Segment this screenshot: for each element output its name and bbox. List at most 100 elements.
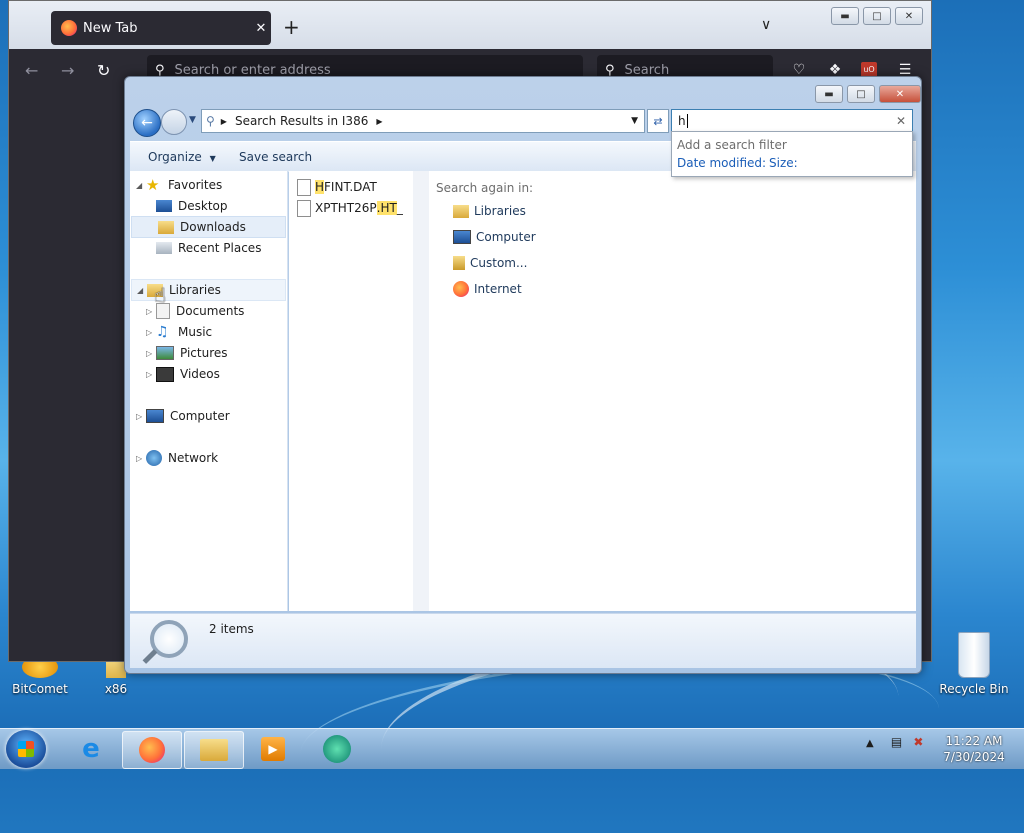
music-icon: ♫ [156, 324, 169, 340]
folder-icon [200, 739, 228, 761]
reload-icon[interactable]: ↻ [97, 61, 110, 80]
list-item[interactable]: H FINT.DAT [297, 177, 377, 197]
taskbar-app[interactable] [308, 731, 366, 767]
filter-size[interactable]: Size: [769, 156, 798, 170]
search-again-libraries[interactable]: Libraries [453, 201, 526, 221]
network-tray-icon[interactable]: ▤ [891, 735, 902, 749]
taskbar: e ▶ ▲ ▤ ✖ 11:22 AM 7/30/2024 [0, 728, 1024, 769]
desktop-icon-recycle-bin[interactable]: Recycle Bin [934, 632, 1014, 696]
sidebar-item-music[interactable]: ▷ ♫ Music [146, 322, 212, 342]
sidebar-item-label: Favorites [168, 178, 223, 192]
expand-triangle-icon[interactable]: ▷ [146, 370, 156, 379]
hand-cursor-icon: ☝ [154, 283, 167, 307]
sidebar-item-label: Videos [180, 367, 220, 381]
details-pane: 2 items [130, 613, 916, 668]
breadcrumb[interactable]: Search Results in I386 [235, 114, 368, 128]
close-button[interactable]: ✕ [895, 7, 923, 25]
list-item[interactable]: XPTHT26P .HT _ [297, 198, 403, 218]
navigation-pane: ◢ ★ Favorites Desktop Downloads Recent P… [130, 171, 288, 611]
sidebar-item-desktop[interactable]: Desktop [156, 196, 228, 216]
expand-triangle-icon[interactable]: ▷ [146, 328, 156, 337]
taskbar-internet-explorer[interactable]: e [62, 731, 120, 767]
search-input[interactable]: h ✕ [671, 109, 913, 133]
sidebar-item-label: Downloads [180, 220, 246, 234]
computer-icon [453, 230, 471, 244]
start-button[interactable] [6, 730, 46, 768]
search-input-value: h [678, 114, 686, 128]
expand-triangle-icon[interactable]: ▷ [136, 454, 146, 463]
filter-date-modified[interactable]: Date modified: [677, 156, 766, 170]
network-icon [146, 450, 162, 466]
back-button[interactable]: ← [133, 109, 161, 137]
search-again-label: Libraries [474, 204, 526, 218]
search-again-label: Custom... [470, 256, 528, 270]
breadcrumb-arrow-icon[interactable]: ▶ [221, 117, 227, 126]
desktop-icon-bitcomet[interactable]: BitComet [0, 656, 80, 696]
maximize-button[interactable]: □ [863, 7, 891, 25]
expand-triangle-icon[interactable]: ◢ [137, 286, 147, 295]
firefox-icon [61, 20, 77, 36]
tab-new-tab[interactable]: New Tab ✕ [51, 11, 271, 45]
sidebar-item-favorites[interactable]: ◢ ★ Favorites [136, 175, 222, 195]
organize-button[interactable]: Organize ▼ [148, 150, 216, 164]
expand-triangle-icon[interactable]: ▷ [136, 412, 146, 421]
file-list: H FINT.DAT XPTHT26P .HT _ [289, 171, 413, 611]
back-arrow-icon: ← [141, 115, 153, 131]
minimize-button[interactable]: ▬ [815, 85, 843, 103]
recent-pages-chevron-icon[interactable]: ▼ [189, 115, 196, 125]
clock-date: 7/30/2024 [943, 750, 1005, 764]
tab-close-button[interactable]: ✕ [251, 21, 271, 36]
taskbar-media-player[interactable]: ▶ [244, 731, 302, 767]
app-icon [323, 735, 351, 763]
taskbar-explorer[interactable] [184, 731, 244, 769]
expand-triangle-icon[interactable]: ◢ [136, 181, 146, 190]
new-tab-button[interactable]: + [283, 15, 300, 39]
show-hidden-icons-icon[interactable]: ▲ [866, 738, 874, 749]
pane-divider[interactable] [413, 171, 429, 611]
sidebar-item-network[interactable]: ▷ Network [136, 448, 218, 468]
sidebar-item-computer[interactable]: ▷ Computer [136, 406, 230, 426]
refresh-icon: ⇄ [653, 114, 663, 128]
sidebar-item-label: Computer [170, 409, 230, 423]
item-count: 2 items [209, 622, 254, 636]
expand-triangle-icon[interactable]: ▷ [146, 349, 156, 358]
close-button[interactable]: ✕ [879, 85, 921, 103]
forward-arrow-icon[interactable]: → [61, 61, 74, 80]
sidebar-item-downloads[interactable]: Downloads [131, 216, 286, 238]
volume-muted-icon[interactable]: ✖ [913, 735, 923, 749]
expand-triangle-icon[interactable]: ▷ [146, 307, 156, 316]
refresh-button[interactable]: ⇄ [647, 109, 669, 133]
pictures-icon [156, 346, 174, 360]
clear-search-icon[interactable]: ✕ [896, 114, 906, 128]
sidebar-item-label: Desktop [178, 199, 228, 213]
organize-label: Organize [148, 150, 202, 164]
search-again-computer[interactable]: Computer [453, 227, 536, 247]
back-arrow-icon[interactable]: ← [25, 61, 38, 80]
taskbar-firefox[interactable] [122, 731, 182, 769]
recycle-bin-icon [958, 632, 990, 678]
search-again-label: Internet [474, 282, 522, 296]
search-again-custom[interactable]: Custom... [453, 253, 527, 273]
sidebar-item-label: Libraries [169, 283, 221, 297]
address-bar[interactable]: ⚲ ▶ Search Results in I386 ▶ ▼ [201, 109, 645, 133]
sidebar-item-videos[interactable]: ▷ Videos [146, 364, 220, 384]
videos-icon [156, 366, 174, 382]
minimize-button[interactable]: ▬ [831, 7, 859, 25]
breadcrumb-arrow-icon[interactable]: ▶ [376, 117, 382, 126]
address-dropdown-icon[interactable]: ▼ [631, 116, 638, 126]
sidebar-item-pictures[interactable]: ▷ Pictures [146, 343, 228, 363]
search-magnifier-handle [142, 649, 158, 664]
search-icon: ⚲ [206, 114, 215, 128]
taskbar-clock[interactable]: 11:22 AM 7/30/2024 [936, 733, 1012, 765]
search-again-label: Computer [476, 230, 536, 244]
sidebar-item-recent-places[interactable]: Recent Places [156, 238, 261, 258]
sidebar-item-label: Documents [176, 304, 245, 318]
search-again-internet[interactable]: Internet [453, 279, 522, 299]
list-all-tabs-icon[interactable]: ∨ [761, 17, 771, 33]
firefox-window-controls: ▬ □ ✕ [831, 7, 923, 25]
maximize-button[interactable]: □ [847, 85, 875, 103]
forward-button[interactable] [161, 109, 187, 135]
custom-folder-icon [453, 256, 465, 270]
explorer-window: ▬ □ ✕ ← ▼ ⚲ ▶ Search Results in I386 ▶ ▼… [124, 76, 922, 674]
save-search-button[interactable]: Save search [239, 150, 312, 164]
